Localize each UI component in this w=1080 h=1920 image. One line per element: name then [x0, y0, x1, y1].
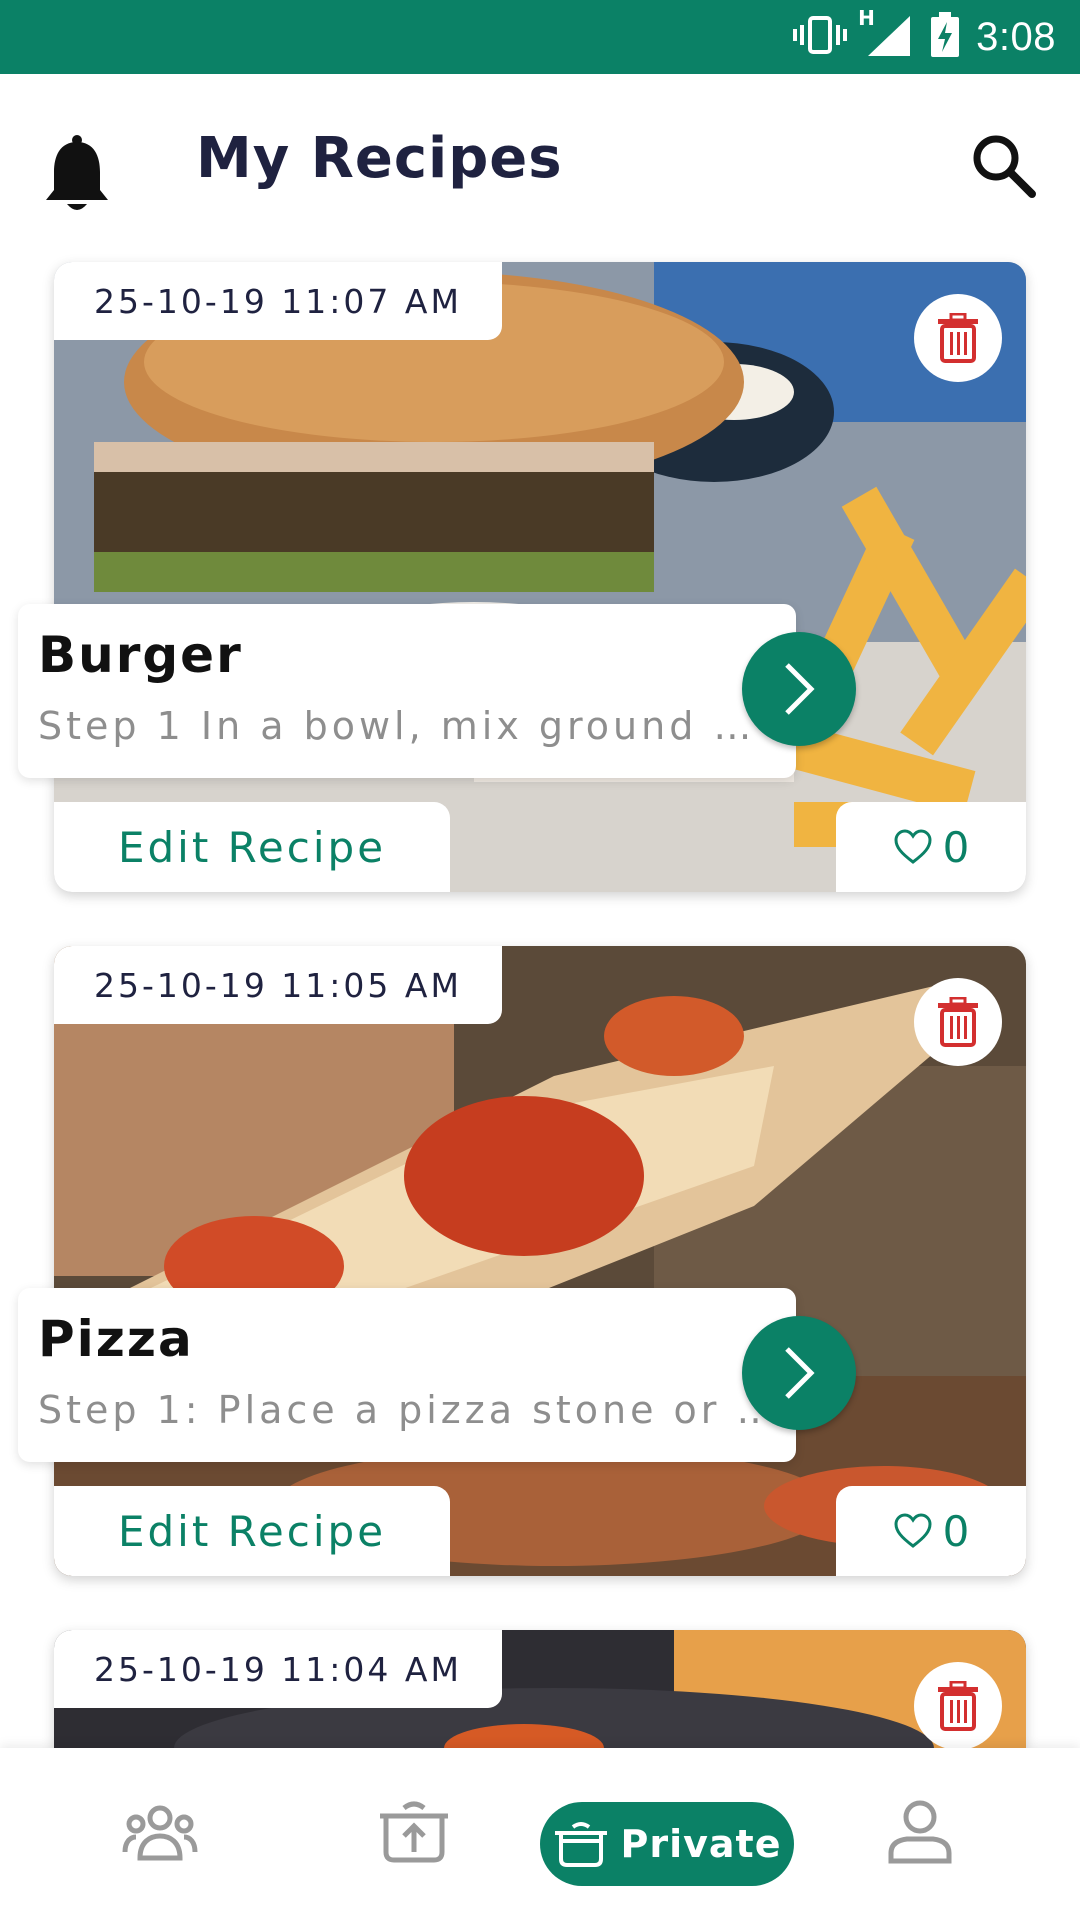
recipe-description: Step 1 In a bowl, mix ground … [38, 704, 756, 748]
heart-icon [894, 829, 932, 864]
edit-recipe-button[interactable]: Edit Recipe [54, 802, 450, 892]
like-count: 0 [942, 1506, 970, 1556]
recipe-info-panel[interactable]: Pizza Step 1: Place a pizza stone or … [18, 1288, 796, 1462]
recipe-name: Burger [38, 626, 243, 684]
page-title: My Recipes [196, 126, 563, 191]
chevron-right-icon [785, 1347, 815, 1399]
trash-icon [938, 1681, 978, 1731]
recipe-date: 25-10-19 11:05 AM [54, 946, 502, 1024]
profile-icon [888, 1800, 952, 1864]
status-bar: H 3:08 [0, 0, 1080, 74]
nav-community[interactable] [118, 1790, 202, 1874]
recipe-card[interactable]: 25-10-19 11:05 AM Edit Recipe 0 [54, 946, 1026, 1576]
recipe-date: 25-10-19 11:04 AM [54, 1630, 502, 1708]
status-icons: H 3:08 [792, 0, 1056, 74]
network-type: H [858, 6, 875, 30]
clock: 3:08 [976, 14, 1056, 59]
delete-button[interactable] [914, 294, 1002, 382]
bell-icon[interactable] [40, 132, 114, 216]
signal-icon: H [858, 6, 914, 62]
recipe-description: Step 1: Place a pizza stone or … [38, 1388, 758, 1432]
search-icon[interactable] [968, 130, 1040, 202]
recipe-name: Pizza [38, 1310, 194, 1368]
pizza-photo [54, 946, 1026, 1576]
nav-profile[interactable] [878, 1790, 962, 1874]
like-button[interactable]: 0 [836, 802, 1026, 892]
edit-recipe-button[interactable]: Edit Recipe [54, 1486, 450, 1576]
trash-icon [938, 997, 978, 1047]
recipe-info-panel[interactable]: Burger Step 1 In a bowl, mix ground … [18, 604, 796, 778]
app-header: My Recipes [0, 74, 1080, 254]
like-count: 0 [942, 822, 970, 872]
pot-icon [554, 1822, 607, 1867]
nav-upload[interactable] [372, 1790, 456, 1874]
chevron-right-icon [785, 663, 815, 715]
delete-button[interactable] [914, 978, 1002, 1066]
recipe-date: 25-10-19 11:07 AM [54, 262, 502, 340]
community-icon [122, 1805, 198, 1861]
nav-private[interactable]: Private [540, 1802, 794, 1886]
bottom-navigation: Private [0, 1748, 1080, 1920]
open-recipe-button[interactable] [742, 1316, 856, 1430]
vibrate-icon [792, 15, 848, 59]
heart-icon [894, 1513, 932, 1548]
open-recipe-button[interactable] [742, 632, 856, 746]
like-button[interactable]: 0 [836, 1486, 1026, 1576]
recipe-card[interactable]: 25-10-19 11:04 AM [54, 1630, 1026, 1748]
trash-icon [938, 313, 978, 363]
burger-photo [54, 262, 1026, 892]
nav-private-label: Private [620, 1822, 782, 1866]
delete-button[interactable] [914, 1662, 1002, 1748]
upload-pot-icon [380, 1801, 448, 1863]
recipe-card[interactable]: 25-10-19 11:07 AM Edit Recipe 0 [54, 262, 1026, 892]
battery-icon [930, 12, 960, 62]
